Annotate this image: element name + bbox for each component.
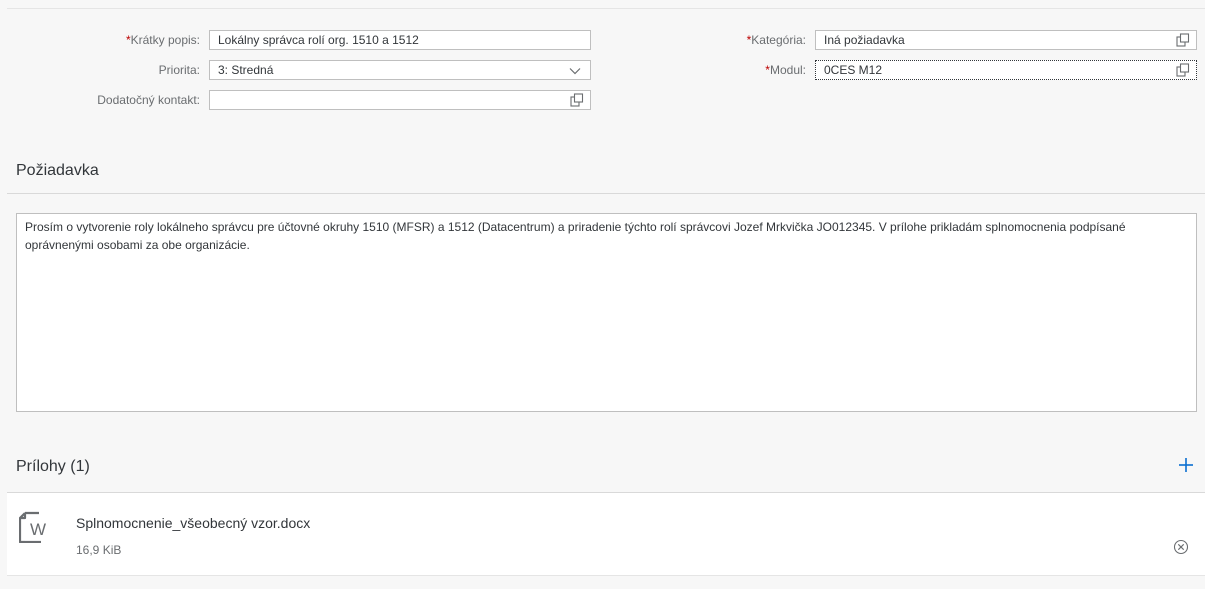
short-desc-label: *Krátky popis: [125, 33, 200, 47]
priority-value: 3: Stredná [218, 63, 274, 77]
chevron-down-icon[interactable] [568, 64, 582, 78]
extra-contact-label: Dodatočný kontakt: [97, 93, 200, 107]
value-help-icon[interactable] [1176, 33, 1190, 47]
short-desc-input[interactable]: Lokálny správca rolí org. 1510 a 1512 [209, 30, 591, 50]
module-input[interactable]: 0CES M12 [815, 60, 1197, 80]
add-icon[interactable] [1177, 456, 1195, 474]
module-label: *Modul: [765, 63, 806, 77]
category-value: Iná požiadavka [824, 33, 905, 47]
value-help-icon[interactable] [570, 93, 584, 107]
remove-circle-icon[interactable] [1173, 539, 1189, 555]
request-text: Prosím o vytvorenie roly lokálneho správ… [25, 220, 1126, 252]
attachment-file-name[interactable]: Splnomocnenie_všeobecný vzor.docx [76, 515, 310, 531]
request-section-divider [7, 193, 1205, 194]
module-value: 0CES M12 [824, 63, 883, 77]
extra-contact-input[interactable] [209, 90, 591, 110]
attachment-file-size: 16,9 KiB [76, 543, 122, 557]
word-document-icon: W [19, 511, 46, 543]
request-section-title: Požiadavka [16, 162, 99, 179]
attachment-list-item[interactable]: W Splnomocnenie_všeobecný vzor.docx 16,9… [7, 493, 1205, 576]
top-divider [7, 8, 1205, 9]
priority-select[interactable]: 3: Stredná [209, 60, 591, 80]
request-textarea[interactable]: Prosím o vytvorenie roly lokálneho správ… [16, 213, 1197, 412]
attachments-section-title: Prílohy (1) [16, 458, 90, 475]
category-label: *Kategória: [746, 33, 806, 47]
value-help-icon[interactable] [1176, 63, 1190, 77]
short-desc-value: Lokálny správca rolí org. 1510 a 1512 [218, 33, 419, 47]
svg-text:W: W [30, 520, 46, 539]
category-input[interactable]: Iná požiadavka [815, 30, 1197, 50]
priority-label: Priorita: [158, 63, 200, 77]
